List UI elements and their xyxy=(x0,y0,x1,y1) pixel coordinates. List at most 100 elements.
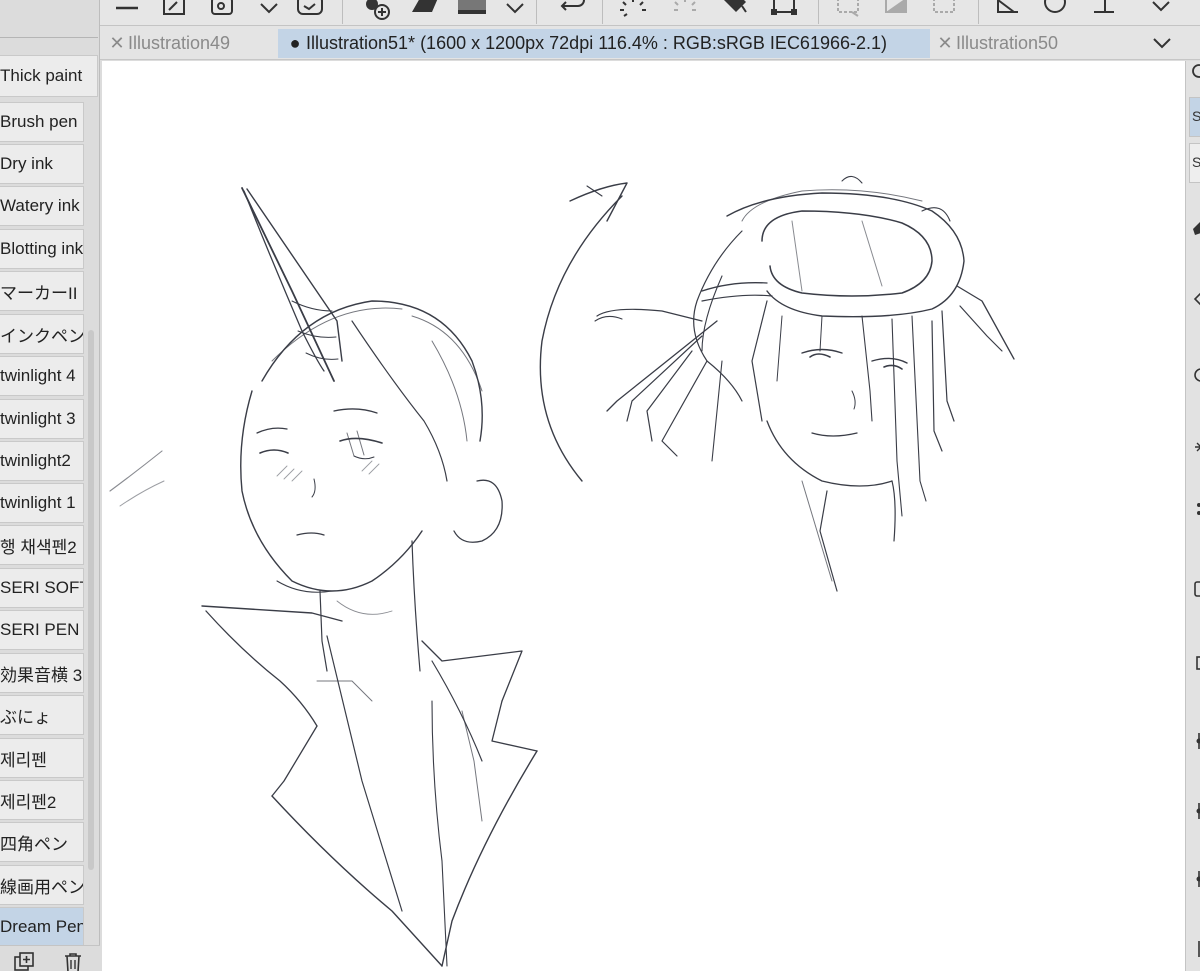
sub-tool-label: ぶにょ xyxy=(0,707,51,727)
sub-tool-item[interactable]: マーカーII xyxy=(0,271,84,311)
sub-tool-label: Watery ink xyxy=(0,196,80,215)
sub-tool-item[interactable]: Blotting ink xyxy=(0,229,84,269)
circle-ruler-icon[interactable] xyxy=(1040,0,1066,20)
sketch-artwork xyxy=(109,175,1015,967)
drawing-canvas[interactable] xyxy=(102,61,1185,971)
sub-tool-label: Dream Pencil xyxy=(0,917,84,936)
companion-icon[interactable] xyxy=(296,0,323,20)
sub-tool-item[interactable]: SERI SOFT xyxy=(0,568,84,608)
layer-icon[interactable] xyxy=(1189,581,1200,597)
undo-icon[interactable] xyxy=(558,0,585,20)
sub-tool-label: マーカーII xyxy=(0,283,78,303)
sub-tool-scrollbar[interactable] xyxy=(88,330,94,870)
sub-tool-item[interactable]: ぶにょ xyxy=(0,695,84,735)
sub-tool-label: twinlight 3 xyxy=(0,409,76,428)
sub-tool-label: SERI PEN xyxy=(0,620,80,639)
invert-selection-icon xyxy=(882,0,908,20)
tab-illustration51[interactable]: ● Illustration51* (1600 x 1200px 72dpi 1… xyxy=(278,29,930,58)
brush-size-icon[interactable] xyxy=(1189,63,1200,79)
duplicate-sub-tool-icon[interactable] xyxy=(12,952,36,971)
sub-tool-label: 効果音横 3 xyxy=(0,665,83,685)
sub-tool-label: Blotting ink xyxy=(0,239,84,258)
close-icon[interactable]: ✕ xyxy=(934,33,956,54)
fill-icon[interactable] xyxy=(410,0,438,20)
transform-icon xyxy=(670,0,696,20)
sparkle-icon[interactable] xyxy=(1189,439,1200,455)
sub-tool-label: twinlight2 xyxy=(0,451,71,470)
deselect-icon xyxy=(834,0,860,20)
sub-tool-label: twinlight 4 xyxy=(0,366,76,385)
panel-tab-label: S xyxy=(1192,108,1200,124)
menu-icon[interactable] xyxy=(114,0,140,20)
new-layer-icon[interactable] xyxy=(362,0,390,20)
sub-tool-panel: Thick paint Brush pen Dry ink Watery ink… xyxy=(0,0,100,971)
arrow-icon[interactable] xyxy=(1189,291,1200,307)
clear-icon[interactable] xyxy=(456,0,486,20)
panel-tab[interactable]: S xyxy=(1189,143,1200,183)
sub-tool-item[interactable]: Watery ink xyxy=(0,186,84,226)
sub-tool-item[interactable]: twinlight 3 xyxy=(0,399,84,439)
sub-tool-item[interactable]: twinlight2 xyxy=(0,441,84,481)
tab-label: Illustration51* (1600 x 1200px 72dpi 116… xyxy=(306,33,888,53)
pen-tool-icon[interactable] xyxy=(1189,221,1200,237)
loading-icon[interactable] xyxy=(618,0,646,20)
chevron-down-icon[interactable] xyxy=(1148,0,1174,20)
tab-label: Illustration49 xyxy=(128,33,231,53)
sub-tool-item[interactable]: 행 채색펜2 xyxy=(0,525,84,565)
dots-icon[interactable] xyxy=(1189,501,1200,517)
scroll-handle-icon[interactable] xyxy=(1189,941,1200,957)
sub-tool-item[interactable]: 제리펜 xyxy=(0,738,84,778)
right-panel-edge: S S xyxy=(1185,61,1200,971)
close-icon[interactable]: ✕ xyxy=(106,33,128,54)
sub-tool-panel-footer xyxy=(0,945,100,971)
sub-tool-label: 제리펜 xyxy=(0,750,47,770)
chevron-down-icon[interactable] xyxy=(502,0,528,20)
square-icon[interactable] xyxy=(1189,655,1200,671)
document-tab-bar: ✕ Illustration49 ● Illustration51* (1600… xyxy=(100,26,1200,60)
sub-tool-label: 線画用ペン xyxy=(0,877,84,897)
sub-tool-label: Thick paint xyxy=(0,66,83,85)
sub-tool-item[interactable]: インクペン xyxy=(0,314,84,354)
sub-tool-item[interactable]: 線画用ペン xyxy=(0,865,84,905)
sub-tool-item-selected[interactable]: Dream Pencil xyxy=(0,907,84,947)
node-icon[interactable] xyxy=(1189,733,1200,749)
chevron-down-icon[interactable] xyxy=(256,0,282,20)
grid-icon[interactable] xyxy=(1090,0,1116,20)
panel-tab-label: S xyxy=(1192,154,1200,170)
panel-header xyxy=(0,0,100,40)
fill-selection-icon[interactable] xyxy=(720,0,747,20)
sub-tool-label: Brush pen xyxy=(0,112,78,131)
import-icon[interactable] xyxy=(208,0,234,20)
select-all-icon xyxy=(930,0,956,20)
export-icon[interactable] xyxy=(160,0,186,20)
node-icon[interactable] xyxy=(1189,803,1200,819)
sub-tool-item[interactable]: twinlight 1 xyxy=(0,483,84,523)
tab-illustration49[interactable]: ✕ Illustration49 xyxy=(106,29,276,58)
tab-illustration50[interactable]: ✕ Illustration50 xyxy=(934,29,1114,58)
sub-tool-label: 四角ペン xyxy=(0,834,68,854)
sub-tool-label: 제리펜2 xyxy=(0,792,57,812)
sub-tool-label: twinlight 1 xyxy=(0,493,76,512)
trash-icon[interactable] xyxy=(62,952,84,971)
tab-label: Illustration50 xyxy=(956,33,1059,53)
sub-tool-item[interactable]: twinlight 4 xyxy=(0,356,84,396)
sub-tool-label: インクペン xyxy=(0,326,84,346)
panel-tab-selected[interactable]: S xyxy=(1189,97,1200,137)
sub-tool-item[interactable]: Brush pen xyxy=(0,102,84,142)
rotate-icon[interactable] xyxy=(1189,367,1200,383)
node-icon[interactable] xyxy=(1189,871,1200,887)
ruler-icon[interactable] xyxy=(994,0,1020,20)
sub-tool-label: SERI SOFT xyxy=(0,578,84,597)
sub-tool-item[interactable]: 四角ペン xyxy=(0,822,84,862)
sub-tool-item[interactable]: SERI PEN xyxy=(0,610,84,650)
chevron-down-icon[interactable] xyxy=(1148,30,1176,56)
sub-tool-item[interactable]: 効果音横 3 xyxy=(0,653,84,693)
sub-tool-item[interactable]: 제리펜2 xyxy=(0,780,84,820)
unsaved-dot-icon[interactable]: ● xyxy=(284,33,306,54)
crop-icon[interactable] xyxy=(770,0,797,20)
sub-tool-label: 행 채색펜2 xyxy=(0,537,77,557)
command-bar xyxy=(100,0,1200,26)
sub-tool-label: Dry ink xyxy=(0,154,53,173)
sub-tool-item[interactable]: Dry ink xyxy=(0,144,84,184)
sub-tool-item[interactable]: Thick paint xyxy=(0,55,98,97)
